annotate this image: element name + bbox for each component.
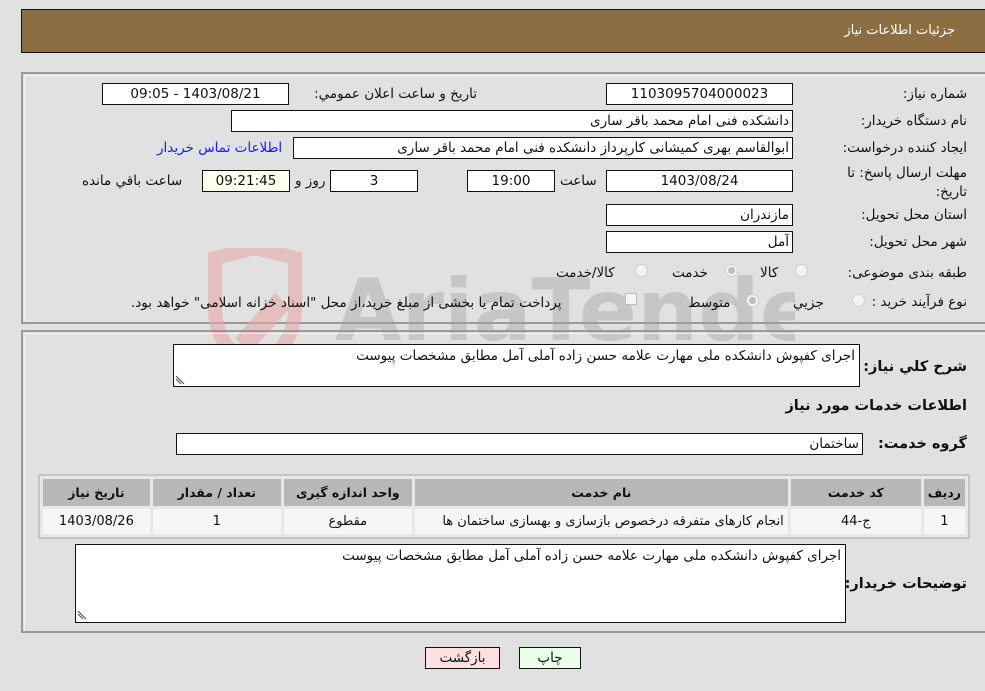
remaining-time-label: ساعت باقي مانده (82, 173, 183, 189)
services-table: ردیف کد خدمت نام خدمت واحد اندازه گیری ت… (38, 474, 970, 539)
print-button[interactable]: چاپ (519, 647, 581, 669)
service-group-field[interactable]: ساختمان (176, 433, 863, 455)
cell-quantity: 1 (152, 509, 281, 534)
col-quantity: تعداد / مقدار (152, 479, 281, 506)
category-option-goods-service: کالا/خدمت (556, 265, 615, 281)
deadline-date-field[interactable]: 1403/08/24 (606, 170, 793, 192)
remaining-time-field: 09:21:45 (202, 170, 290, 192)
buyer-notes-textarea[interactable]: اجرای کفپوش دانشکده ملی مهارت علامه حسن … (75, 544, 846, 623)
category-option-service: خدمت (672, 265, 708, 281)
cell-name: انجام کارهای متفرقه درخصوص بازسازی و بهس… (414, 509, 788, 534)
purchase-option-minor: جزيي (793, 295, 824, 311)
purchase-option-medium: متوسط (688, 295, 731, 311)
deadline-time-field[interactable]: 19:00 (467, 170, 555, 192)
col-row: ردیف (923, 479, 965, 506)
deadline-label: مهلت ارسال پاسخ: تا تاریخ: (847, 165, 967, 200)
treasury-checkbox-label: پرداخت تمام یا بخشی از مبلغ خرید،از محل … (131, 295, 562, 311)
buyer-notes-label: توضیحات خریدار: (844, 576, 967, 592)
col-unit: واحد اندازه گیری (283, 479, 412, 506)
page-title: جزئیات اطلاعات نیاز (844, 23, 955, 38)
province-label: استان محل تحویل: (861, 207, 967, 223)
col-code: کد خدمت (790, 479, 921, 506)
description-text: اجرای کفپوش دانشکده ملی مهارت علامه حسن … (356, 348, 855, 364)
deadline-time-label: ساعت (560, 173, 597, 189)
buyer-org-field[interactable]: دانشکده فنی امام محمد باقر ساری (231, 110, 793, 132)
requester-field[interactable]: ابوالقاسم بهری کمیشانی کارپرداز دانشکده … (293, 137, 793, 159)
purchase-radio-minor[interactable] (852, 294, 865, 307)
resize-grip-icon[interactable] (77, 610, 87, 620)
col-date: تاریخ نیاز (43, 479, 150, 506)
back-button[interactable]: بازگشت (425, 647, 500, 669)
cell-unit: مقطوع (283, 509, 412, 534)
description-textarea[interactable]: اجرای کفپوش دانشکده ملی مهارت علامه حسن … (173, 344, 860, 387)
category-option-goods: کالا (760, 265, 779, 281)
category-label: طبقه بندی موضوعی: (847, 265, 967, 281)
announce-datetime-label: تاریخ و ساعت اعلان عمومي: (314, 86, 477, 102)
buyer-notes-text: اجرای کفپوش دانشکده ملی مهارت علامه حسن … (342, 548, 841, 564)
table-header-row: ردیف کد خدمت نام خدمت واحد اندازه گیری ت… (43, 479, 965, 506)
resize-grip-icon[interactable] (175, 375, 185, 385)
need-number-label: شماره نیاز: (902, 86, 967, 102)
days-label: روز و (295, 173, 326, 189)
remaining-days-field: 3 (330, 170, 418, 192)
category-radio-service[interactable] (725, 264, 738, 277)
announce-datetime-field[interactable]: 1403/08/21 - 09:05 (102, 83, 289, 105)
table-row: 1 ج-44 انجام کارهای متفرقه درخصوص بازساز… (43, 509, 965, 534)
province-field[interactable]: مازندران (606, 204, 793, 226)
page-header: جزئیات اطلاعات نیاز (21, 9, 985, 53)
cell-code: ج-44 (790, 509, 921, 534)
col-name: نام خدمت (414, 479, 788, 506)
buyer-contact-link[interactable]: اطلاعات تماس خریدار (157, 140, 282, 156)
treasury-checkbox[interactable] (625, 293, 637, 305)
requester-label: ایجاد کننده درخواست: (842, 140, 967, 156)
service-group-label: گروه خدمت: (877, 436, 967, 452)
description-label: شرح کلي نياز: (863, 359, 967, 375)
city-field[interactable]: آمل (606, 231, 793, 253)
services-section-title: اطلاعات خدمات مورد نیاز (785, 398, 967, 414)
cell-date: 1403/08/26 (43, 509, 150, 534)
purchase-radio-medium[interactable] (746, 294, 759, 307)
city-label: شهر محل تحویل: (869, 234, 967, 250)
purchase-type-label: نوع فرآیند خرید : (871, 294, 967, 310)
category-radio-goods[interactable] (795, 264, 808, 277)
need-number-field[interactable]: 1103095704000023 (606, 83, 793, 105)
category-radio-goods-service[interactable] (635, 264, 648, 277)
buyer-org-label: نام دستگاه خريدار: (860, 113, 967, 129)
cell-row: 1 (923, 509, 965, 534)
